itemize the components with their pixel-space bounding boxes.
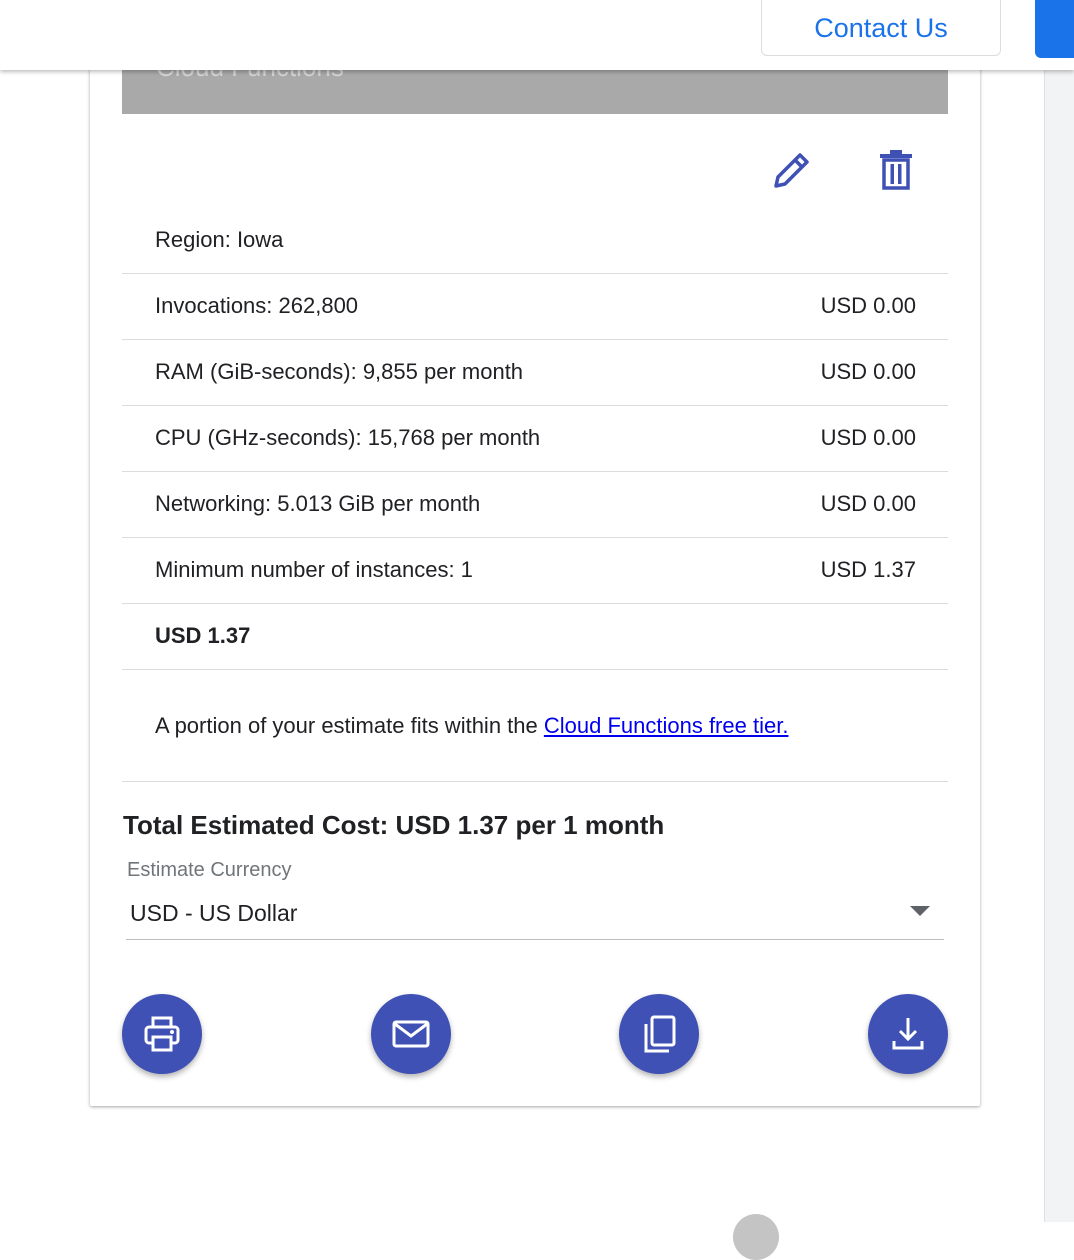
line-item-cost: USD 1.37 (820, 557, 916, 582)
copy-button[interactable] (619, 994, 699, 1074)
download-button[interactable] (868, 994, 948, 1074)
email-button[interactable] (371, 994, 451, 1074)
currency-select[interactable]: USD - US Dollar (126, 892, 944, 940)
region-label: Region: Iowa (155, 227, 284, 252)
line-item-row: Invocations: 262,800 USD 0.00 (122, 274, 948, 340)
line-item-label: CPU (GHz-seconds): 15,768 per month (155, 425, 541, 450)
subtotal-value: USD 1.37 (155, 623, 251, 648)
pencil-icon (774, 153, 809, 188)
region-row: Region: Iowa (122, 208, 948, 274)
currency-value: USD - US Dollar (130, 900, 298, 926)
free-tier-link[interactable]: Cloud Functions free tier. (544, 713, 789, 738)
line-item-label: Networking: 5.013 GiB per month (155, 491, 481, 516)
line-item-label: Invocations: 262,800 (155, 293, 359, 318)
total-estimated-cost: Total Estimated Cost: USD 1.37 per 1 mon… (123, 810, 665, 840)
line-item-cost: USD 0.00 (820, 359, 916, 384)
scrollbar-track[interactable] (1044, 70, 1074, 1222)
dropdown-arrow-icon (910, 906, 930, 916)
download-icon (892, 1018, 924, 1050)
subtotal-row: USD 1.37 (122, 604, 948, 670)
line-item-label: RAM (GiB-seconds): 9,855 per month (155, 359, 524, 384)
copy-icon (644, 1015, 676, 1053)
print-icon (144, 1016, 180, 1052)
primary-action-button[interactable] (1035, 0, 1074, 58)
line-item-cost: USD 0.00 (820, 491, 916, 516)
delete-button[interactable] (872, 146, 920, 194)
line-item-row: Minimum number of instances: 1 USD 1.37 (122, 538, 948, 604)
line-item-row: Networking: 5.013 GiB per month USD 0.00 (122, 472, 948, 538)
note-text: A portion of your estimate fits within t… (155, 713, 544, 738)
free-tier-note: A portion of your estimate fits within t… (122, 676, 948, 782)
edit-button[interactable] (768, 146, 816, 194)
email-icon (392, 1020, 430, 1048)
line-item-row: RAM (GiB-seconds): 9,855 per month USD 0… (122, 340, 948, 406)
currency-label: Estimate Currency (127, 859, 292, 881)
top-bar: Contact Us (0, 0, 1074, 70)
trash-icon (880, 150, 912, 190)
line-item-cost: USD 0.00 (820, 425, 916, 450)
estimate-card: Cloud Functions Region: Iowa Invocations… (90, 40, 980, 1106)
line-item-label: Minimum number of instances: 1 (155, 557, 473, 582)
line-item-cost: USD 0.00 (820, 293, 916, 318)
print-button[interactable] (122, 994, 202, 1074)
floating-help-button[interactable] (733, 1214, 779, 1260)
contact-us-button[interactable]: Contact Us (761, 0, 1001, 56)
line-item-row: CPU (GHz-seconds): 15,768 per month USD … (122, 406, 948, 472)
